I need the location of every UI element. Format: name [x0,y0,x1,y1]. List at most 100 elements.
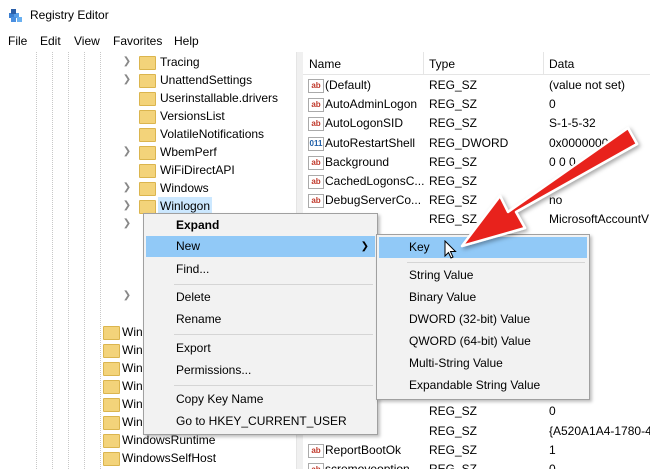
menu-item-find[interactable]: Find... [146,259,375,280]
chevron-right-icon[interactable]: ❯ [122,143,132,161]
menu-item-new[interactable]: New ❯ [146,236,375,257]
string-value-icon: ab [308,443,324,458]
table-row[interactable]: ab CachedLogonsC... REG_SZ [303,172,650,191]
tree-item[interactable]: VersionsList [120,107,296,125]
string-value-icon: ab [308,194,324,209]
column-header-data[interactable]: Data [549,57,574,71]
table-row[interactable]: abscremoveoption REG_SZ 0 [303,460,650,469]
menu-edit[interactable]: Edit [40,34,61,48]
list-header: Name Type Data [303,52,650,75]
menu-help[interactable]: Help [174,34,199,48]
tree-item[interactable]: ❯ Tracing [120,53,296,71]
menu-item-delete[interactable]: Delete [146,287,375,308]
tree-item[interactable]: VolatileNotifications [120,125,296,143]
cell-type: REG_SZ [429,404,478,419]
menu-separator [174,334,373,335]
menu-item-goto-hkcu[interactable]: Go to HKEY_CURRENT_USER [146,411,375,432]
menu-item-copy-key-name[interactable]: Copy Key Name [146,389,375,410]
column-divider[interactable] [423,52,424,74]
chevron-right-icon[interactable]: ❯ [122,71,132,89]
menu-item-dword-value[interactable]: DWORD (32-bit) Value [379,309,587,330]
new-submenu: Key String Value Binary Value DWORD (32-… [376,234,590,400]
tree-item[interactable]: WindowsSelfHost [84,449,296,467]
folder-icon [139,74,156,88]
table-row[interactable]: ab AutoLogonSID REG_SZ S-1-5-32 [303,114,650,133]
chevron-right-icon[interactable]: ❯ [122,197,132,215]
menu-item-binary-value[interactable]: Binary Value [379,287,587,308]
cell-name: CachedLogonsC... [325,174,425,188]
table-row[interactable]: ab (Default) REG_SZ (value not set) [303,76,650,95]
string-value-icon: ab [308,463,324,469]
tree-item-label: VolatileNotifications [160,127,265,141]
menu-separator [174,284,373,285]
column-header-type[interactable]: Type [429,57,455,71]
registry-editor-icon [9,9,22,22]
menu-item-rename[interactable]: Rename [146,309,375,330]
tree-item[interactable]: ❯ [120,287,140,305]
tree-guide-line [36,52,37,469]
chevron-right-icon[interactable]: ❯ [122,53,132,71]
tree-item[interactable]: ❯ [120,215,140,233]
folder-icon [103,362,120,376]
cell-type: REG_SZ [429,174,478,188]
menu-favorites[interactable]: Favorites [113,34,162,48]
table-row[interactable]: ab ReportBootOk REG_SZ 1 [303,441,650,460]
menu-item-label: New [176,239,201,253]
cell-type: REG_SZ [429,97,478,112]
tree-item-label: UnattendSettings [160,73,253,87]
chevron-right-icon: ❯ [360,241,369,252]
menu-item-export[interactable]: Export [146,338,375,359]
menu-item-permissions[interactable]: Permissions... [146,360,375,381]
cell-type: REG_SZ [429,78,478,92]
folder-icon [139,200,156,214]
tree-item[interactable]: ❯ WbemPerf [120,143,296,161]
tree-item-label: Userinstallable.drivers [160,91,279,105]
cell-data: 0 [549,462,556,469]
cell-type: REG_SZ [429,442,478,457]
menu-file[interactable]: File [8,34,27,48]
tree-item[interactable]: Userinstallable.drivers [120,89,296,107]
cell-type: REG_SZ [429,154,478,169]
cell-name: ReportBootOk [325,442,402,457]
folder-icon [103,398,120,412]
menu-item-string-value[interactable]: String Value [379,265,587,286]
column-divider[interactable] [543,52,544,74]
menu-item-key[interactable]: Key [379,237,587,258]
chevron-right-icon[interactable]: ❯ [122,179,132,197]
menu-item-multi-string-value[interactable]: Multi-String Value [379,353,587,374]
tree-guide-line [52,52,53,469]
context-menu: Expand New ❯ Find... Delete Rename Expor… [143,213,378,435]
menu-item-expandable-string-value[interactable]: Expandable String Value [379,375,587,396]
menu-item-expand[interactable]: Expand [146,215,375,236]
tree-item[interactable]: ❯ UnattendSettings [120,71,296,89]
string-value-icon: ab [308,79,324,93]
folder-icon [139,110,156,124]
cell-name: scremoveoption [325,462,410,469]
string-value-icon: ab [308,117,324,132]
folder-icon [139,128,156,142]
cell-type: REG_SZ [429,423,478,438]
table-row[interactable]: ab Background REG_SZ 0 0 0 [303,153,650,172]
window-title: Registry Editor [30,8,109,22]
cell-data: {A520A1A4-1780-4 [549,423,650,438]
table-row[interactable]: 011 AutoRestartShell REG_DWORD 0x0000000 [303,134,650,153]
chevron-right-icon[interactable]: ❯ [122,215,132,233]
cell-name: DebugServerCo... [325,193,422,208]
table-row[interactable]: ab AutoAdminLogon REG_SZ 0 [303,95,650,114]
tree-item[interactable]: WiFiDirectAPI [120,161,296,179]
cell-name: AutoRestartShell [325,135,416,150]
menu-item-qword-value[interactable]: QWORD (64-bit) Value [379,331,587,352]
tree-item-label: Win [122,361,143,375]
tree-item-label: Tracing [160,55,200,69]
table-row[interactable]: ab DebugServerCo... REG_SZ no [303,191,650,210]
title-bar: Registry Editor [0,0,650,31]
folder-icon [103,326,120,340]
tree-item[interactable]: ❯ Windows [120,179,296,197]
menu-view[interactable]: View [74,34,100,48]
cell-type: REG_SZ [429,212,478,227]
folder-icon [139,182,156,196]
cell-type: REG_SZ [429,193,478,208]
column-header-name[interactable]: Name [309,57,341,71]
chevron-right-icon[interactable]: ❯ [122,287,132,305]
cell-data: 0 0 0 [549,154,576,169]
